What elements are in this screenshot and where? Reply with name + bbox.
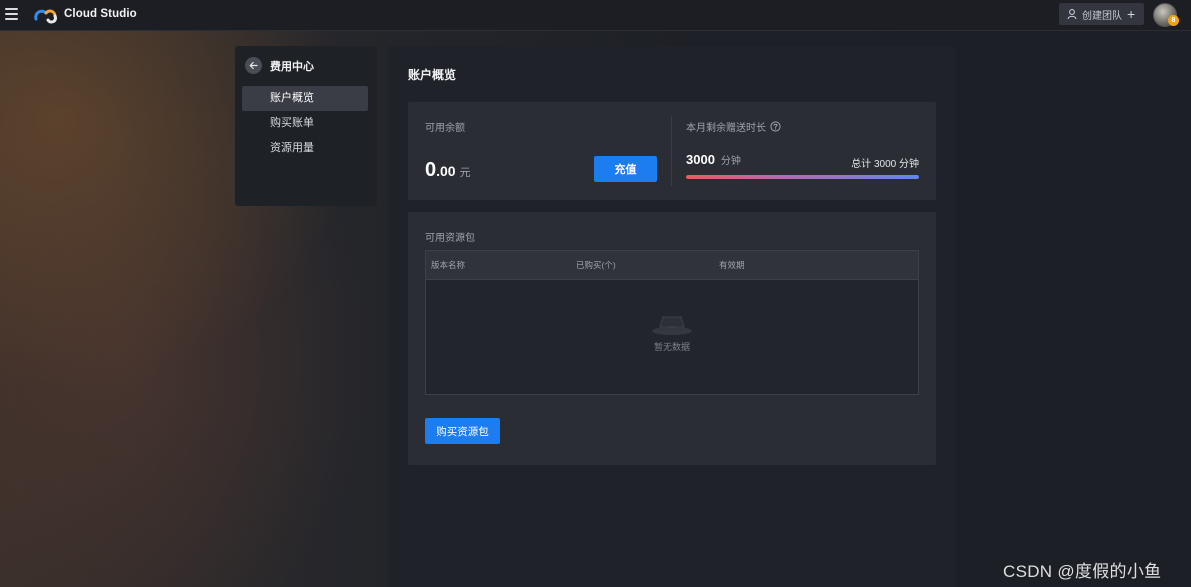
avatar-badge: 8 (1168, 15, 1179, 26)
empty-state: 暂无数据 (426, 307, 918, 353)
cloud-studio-logo-icon[interactable] (33, 6, 59, 24)
balance-label: 可用余额 (425, 123, 465, 134)
free-time-progress-fill (686, 175, 919, 179)
free-time-total: 总计 3000 分钟 (851, 159, 919, 170)
sidebar-item-account-overview[interactable]: 账户概览 (242, 86, 368, 111)
column-header-version: 版本名称 (431, 260, 466, 270)
empty-box-icon (652, 316, 692, 335)
empty-text: 暂无数据 (653, 342, 690, 352)
main-panel: 账户概览 可用余额 0.00 元 充值 本月剩余赠送时长 3000 分钟 总计 30… (388, 46, 956, 587)
billing-sidebar: 费用中心 账户概览 购买账单 资源用量 (235, 46, 377, 206)
balance-value: 0.00 元 (425, 159, 471, 182)
plus-icon: + (1127, 6, 1136, 22)
free-time-unit: 分钟 (720, 156, 741, 167)
resource-pack-label: 可用资源包 (425, 233, 475, 244)
resource-pack-table: 版本名称 已购买(个) 有效期 暂无数据 (425, 250, 919, 395)
recharge-button[interactable]: 充值 (594, 156, 657, 182)
help-circle-icon[interactable] (770, 121, 781, 132)
sidebar-header: 费用中心 (245, 57, 314, 74)
create-team-button[interactable]: 创建团队 + (1059, 3, 1144, 25)
balance-unit: 元 (459, 167, 471, 179)
balance-card: 可用余额 0.00 元 充值 本月剩余赠送时长 3000 分钟 总计 3000 分钟 (408, 102, 936, 200)
buy-resource-pack-button[interactable]: 购买资源包 (425, 418, 500, 444)
sidebar-title: 费用中心 (270, 60, 314, 73)
free-time-number: 3000 (686, 152, 715, 167)
brand-name[interactable]: Cloud Studio (64, 8, 137, 20)
create-team-label: 创建团队 (1082, 10, 1122, 22)
watermark: CSDN @度假的小鱼 (1003, 562, 1162, 581)
balance-decimal: .00 (436, 163, 456, 179)
sidebar-item-resource-usage[interactable]: 资源用量 (242, 136, 368, 161)
free-time-progress-bar (686, 175, 919, 179)
menu-icon[interactable] (5, 8, 18, 20)
resource-pack-card: 可用资源包 版本名称 已购买(个) 有效期 暂无数据 购买资源包 (408, 212, 936, 465)
free-time-value: 3000 分钟 (686, 152, 741, 167)
column-header-validity: 有效期 (719, 260, 745, 270)
sidebar-item-purchase-bills[interactable]: 购买账单 (242, 111, 368, 136)
table-header: 版本名称 已购买(个) 有效期 (426, 251, 918, 280)
free-time-header: 本月剩余赠送时长 (686, 119, 781, 134)
balance-integer: 0 (425, 159, 437, 181)
divider (671, 116, 672, 186)
page-title: 账户概览 (408, 68, 457, 82)
column-header-purchased: 已购买(个) (576, 260, 616, 270)
top-bar: Cloud Studio 创建团队 + 8 (0, 0, 1191, 31)
back-arrow-icon[interactable] (245, 57, 262, 74)
free-time-label: 本月剩余赠送时长 (686, 123, 766, 134)
user-icon (1067, 9, 1077, 20)
